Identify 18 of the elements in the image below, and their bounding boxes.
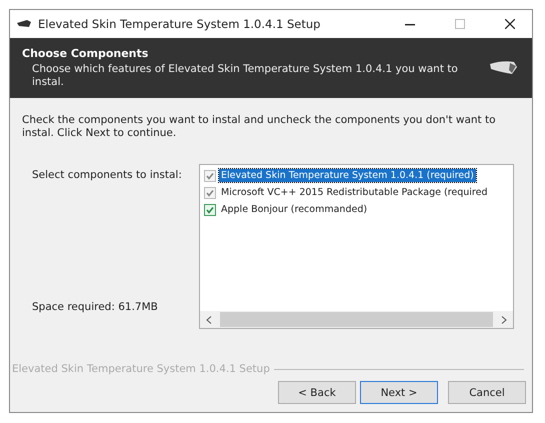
horizontal-scrollbar[interactable] [200, 311, 513, 328]
component-checkbox[interactable] [204, 204, 216, 216]
branding-text: Elevated Skin Temperature System 1.0.4.1 Setup [12, 363, 270, 375]
header-subtitle: Choose which features of Elevated Skin Temperature System 1.0.4.1 you want to instal. [32, 63, 459, 89]
device-icon [488, 60, 518, 76]
component-item[interactable]: Apple Bonjour (recommanded) [219, 203, 370, 216]
app-icon [16, 19, 32, 29]
dialog-button[interactable]: Next > [360, 381, 438, 404]
close-icon[interactable] [505, 19, 515, 29]
space-required-text: Space required: 61.7MB [32, 301, 159, 313]
dialog-button[interactable]: < Back [278, 381, 356, 404]
header-title: Choose Components [22, 47, 150, 60]
scrollbar-thumb[interactable] [220, 312, 493, 327]
maximize-icon[interactable] [455, 19, 465, 29]
description-text: Check the components you want to instal and uncheck the components you don't want to instal. Click Next to continue. [22, 114, 497, 140]
window-title: Elevated Skin Temperature System 1.0.4.1 Setup [38, 17, 322, 31]
select-label: Select components to instal: [32, 169, 183, 181]
dialog-button[interactable]: Cancel [448, 381, 526, 404]
